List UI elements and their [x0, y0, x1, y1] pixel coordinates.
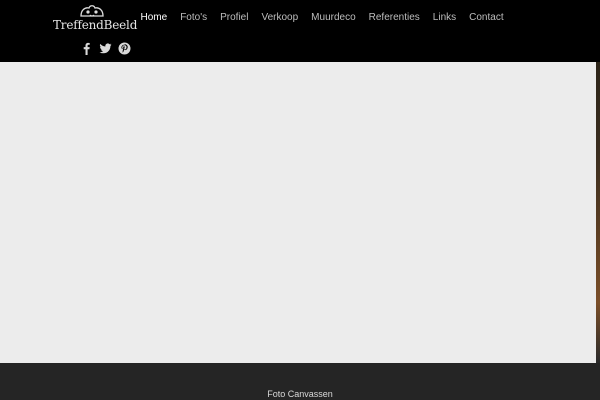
social-links [80, 42, 131, 55]
nav-item-referenties[interactable]: Referenties [362, 10, 426, 26]
site-footer: Foto Canvassen [0, 363, 600, 400]
facebook-icon[interactable] [80, 42, 93, 55]
nav-item-muurdeco[interactable]: Muurdeco [305, 10, 362, 26]
site-logo[interactable]: TreffendBeeld [52, 3, 137, 35]
background-image-edge [596, 62, 600, 363]
logo-bear-icon [80, 5, 104, 17]
nav-item-profiel[interactable]: Profiel [214, 10, 255, 26]
site-header: TreffendBeeld Home Foto's Profiel Verkoo… [0, 0, 600, 62]
nav-item-home[interactable]: Home [134, 10, 174, 26]
main-content-area [0, 62, 600, 363]
pinterest-icon[interactable] [118, 42, 131, 55]
logo-text: TreffendBeeld [53, 18, 138, 32]
nav-item-links[interactable]: Links [426, 10, 462, 26]
footer-text: Foto Canvassen [267, 389, 333, 399]
nav-item-verkoop[interactable]: Verkoop [255, 10, 305, 26]
nav-item-fotos[interactable]: Foto's [174, 10, 214, 26]
twitter-icon[interactable] [99, 42, 112, 55]
nav-item-contact[interactable]: Contact [463, 10, 510, 26]
main-nav: Home Foto's Profiel Verkoop Muurdeco Ref… [134, 10, 510, 26]
